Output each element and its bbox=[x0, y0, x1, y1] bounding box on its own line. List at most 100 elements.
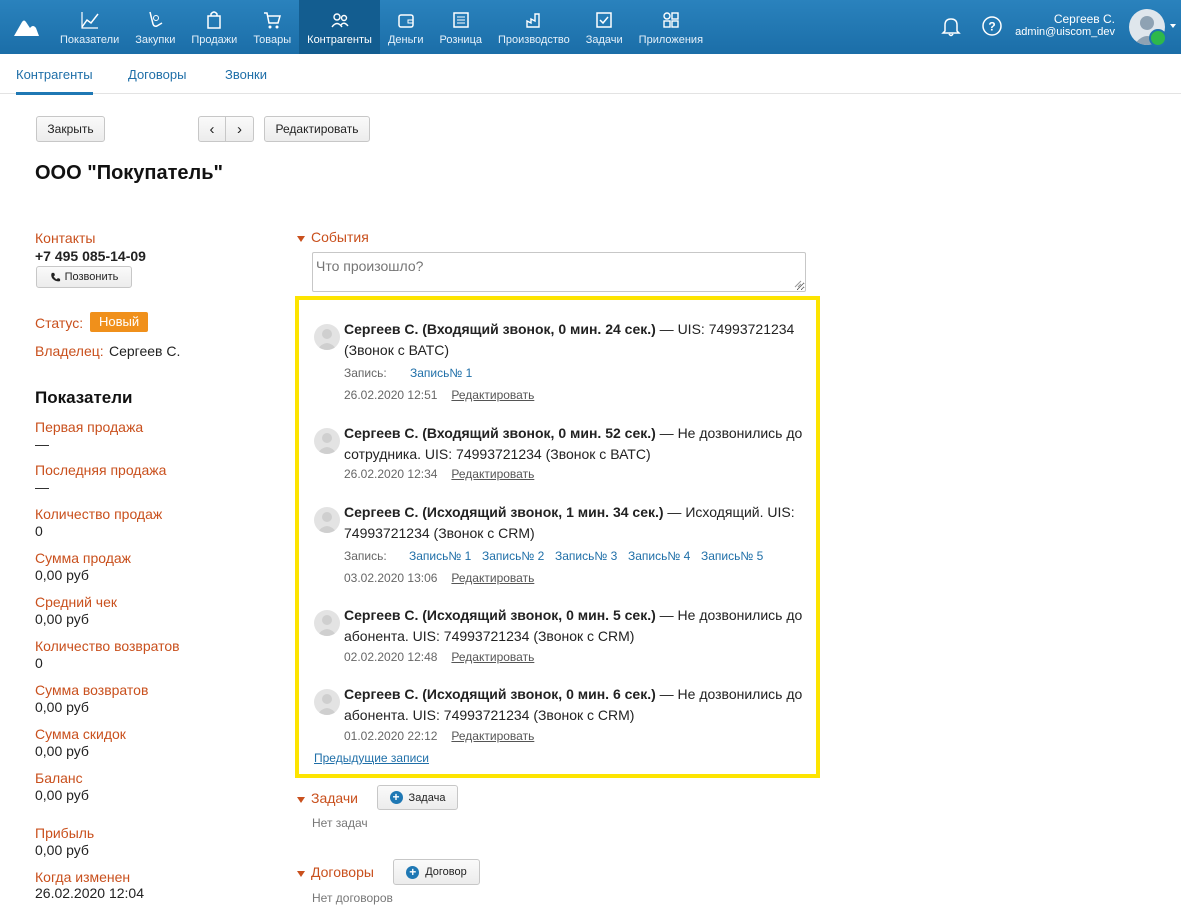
status-label: Статус: bbox=[35, 315, 84, 331]
record-label: Запись: bbox=[344, 366, 387, 380]
record-link[interactable]: Запись№ 1 bbox=[410, 366, 472, 380]
help-icon[interactable]: ? bbox=[981, 15, 1003, 37]
nav-item-label: Розница bbox=[439, 34, 482, 46]
nav-item-label: Производство bbox=[498, 34, 570, 46]
event-edit-link[interactable]: Редактировать bbox=[451, 650, 534, 664]
user-name: Сергеев С. bbox=[1053, 12, 1115, 26]
nav-item-tasks[interactable]: Задачи bbox=[578, 0, 631, 54]
avatar bbox=[314, 428, 340, 454]
events-title[interactable]: События bbox=[311, 229, 369, 245]
indicator-label: Количество возвратов bbox=[35, 638, 180, 654]
indicator-label: Когда изменен bbox=[35, 869, 131, 885]
indicator-label: Прибыль bbox=[35, 825, 95, 841]
indicator-value: 0 bbox=[35, 523, 43, 539]
record-link[interactable]: Запись№ 5 bbox=[701, 549, 763, 563]
event-edit-link[interactable]: Редактировать bbox=[451, 729, 534, 743]
event-text: Сергеев С. (Входящий звонок, 0 мин. 24 с… bbox=[344, 319, 809, 361]
tab-contracts[interactable]: Договоры bbox=[128, 67, 186, 82]
event-time: 03.02.2020 13:06 bbox=[344, 571, 438, 585]
plus-icon: + bbox=[406, 865, 420, 879]
factory-icon bbox=[526, 13, 540, 28]
nav-item-retail[interactable]: Розница bbox=[431, 0, 490, 54]
record-link[interactable]: Запись№ 2 bbox=[482, 549, 544, 563]
indicator-label: Сумма скидок bbox=[35, 726, 126, 742]
chevron-down-icon[interactable] bbox=[1170, 24, 1176, 28]
event-edit-link[interactable]: Редактировать bbox=[451, 388, 534, 402]
record-link[interactable]: Запись№ 4 bbox=[628, 549, 690, 563]
phone-number[interactable]: +7 495 085-14-09 bbox=[35, 248, 146, 264]
contracts-toggle-icon[interactable] bbox=[297, 871, 305, 877]
call-button-label: Позвонить bbox=[64, 271, 119, 283]
event-input[interactable] bbox=[312, 252, 806, 292]
close-button[interactable]: Закрыть bbox=[36, 116, 105, 142]
event-text: Сергеев С. (Исходящий звонок, 0 мин. 6 с… bbox=[344, 684, 809, 726]
user-silhouette-icon bbox=[317, 512, 337, 533]
wallet-icon bbox=[397, 14, 414, 28]
add-task-button[interactable]: + Задача bbox=[377, 785, 458, 810]
cart-icon bbox=[264, 12, 282, 29]
event-author: Сергеев С. (Исходящий звонок, 0 мин. 5 с… bbox=[344, 607, 656, 623]
call-button[interactable]: Позвонить bbox=[36, 266, 132, 288]
top-navigation-bar: Показатели Закупки Продажи Товары Контра… bbox=[0, 0, 1181, 54]
bag-icon bbox=[207, 11, 222, 29]
app-logo-icon[interactable] bbox=[12, 16, 40, 38]
nav-item-label: Закупки bbox=[135, 34, 176, 46]
indicator-value: — bbox=[35, 436, 49, 452]
event-edit-link[interactable]: Редактировать bbox=[451, 467, 534, 481]
nav-item-production[interactable]: Производство bbox=[490, 0, 578, 54]
nav-item-apps[interactable]: Приложения bbox=[631, 0, 711, 54]
user-login: admin@uiscom_dev bbox=[1015, 26, 1115, 38]
basket-icon bbox=[149, 11, 163, 27]
prev-button[interactable]: ‹ bbox=[198, 116, 226, 142]
indicator-value: 0,00 руб bbox=[35, 699, 89, 715]
nav-item-contractors[interactable]: Контрагенты bbox=[299, 0, 380, 54]
indicator-label: Сумма возвратов bbox=[35, 682, 149, 698]
contracts-title[interactable]: Договоры bbox=[311, 864, 374, 880]
tasks-toggle-icon[interactable] bbox=[297, 797, 305, 803]
tab-calls[interactable]: Звонки bbox=[225, 67, 267, 82]
status-badge[interactable]: Новый bbox=[90, 312, 149, 332]
nav-item-indicators[interactable]: Показатели bbox=[52, 0, 127, 54]
main-nav: Показатели Закупки Продажи Товары Контра… bbox=[52, 0, 711, 54]
user-silhouette-icon bbox=[317, 694, 337, 715]
previous-records-link[interactable]: Предыдущие записи bbox=[314, 751, 429, 765]
bell-icon[interactable] bbox=[941, 15, 961, 37]
nav-item-money[interactable]: Деньги bbox=[380, 0, 432, 54]
contacts-label: Контакты bbox=[35, 230, 96, 246]
indicator-value: 0,00 руб bbox=[35, 567, 89, 583]
tasks-empty: Нет задач bbox=[312, 816, 368, 830]
user-menu[interactable]: Сергеев С. admin@uiscom_dev bbox=[1015, 13, 1115, 39]
next-button[interactable]: › bbox=[225, 116, 254, 142]
tab-contractors[interactable]: Контрагенты bbox=[16, 67, 93, 95]
nav-item-label: Товары bbox=[253, 34, 292, 46]
record-link[interactable]: Запись№ 1 bbox=[409, 549, 471, 563]
record-label: Запись: bbox=[344, 549, 387, 563]
resize-grip-icon[interactable] bbox=[794, 280, 802, 288]
indicator-value: 0 bbox=[35, 655, 43, 671]
indicator-value: 0,00 руб bbox=[35, 743, 89, 759]
indicator-value: 0,00 руб bbox=[35, 842, 89, 858]
nav-item-goods[interactable]: Товары bbox=[245, 0, 299, 54]
events-toggle-icon[interactable] bbox=[297, 236, 305, 242]
people-icon bbox=[330, 13, 349, 28]
owner-value[interactable]: Сергеев С. bbox=[109, 343, 180, 359]
record-link[interactable]: Запись№ 3 bbox=[555, 549, 617, 563]
sub-navigation: Контрагенты Договоры Звонки bbox=[0, 54, 1181, 95]
register-icon bbox=[452, 12, 469, 28]
user-silhouette-icon bbox=[317, 433, 337, 454]
nav-item-label: Показатели bbox=[60, 34, 120, 46]
user-silhouette-icon bbox=[317, 615, 337, 636]
add-contract-button[interactable]: + Договор bbox=[393, 859, 480, 885]
indicator-value: — bbox=[35, 479, 49, 495]
add-task-label: Задача bbox=[408, 791, 446, 804]
nav-item-sales[interactable]: Продажи bbox=[183, 0, 245, 54]
indicator-label: Первая продажа bbox=[35, 419, 144, 435]
indicator-value: 26.02.2020 12:04 bbox=[35, 885, 144, 901]
event-meta: 01.02.2020 22:12 Редактировать bbox=[344, 729, 534, 743]
edit-button[interactable]: Редактировать bbox=[264, 116, 370, 142]
tasks-title[interactable]: Задачи bbox=[311, 790, 358, 806]
indicator-label: Последняя продажа bbox=[35, 462, 167, 478]
event-edit-link[interactable]: Редактировать bbox=[451, 571, 534, 585]
nav-item-purchases[interactable]: Закупки bbox=[127, 0, 183, 54]
event-time: 02.02.2020 12:48 bbox=[344, 650, 438, 664]
